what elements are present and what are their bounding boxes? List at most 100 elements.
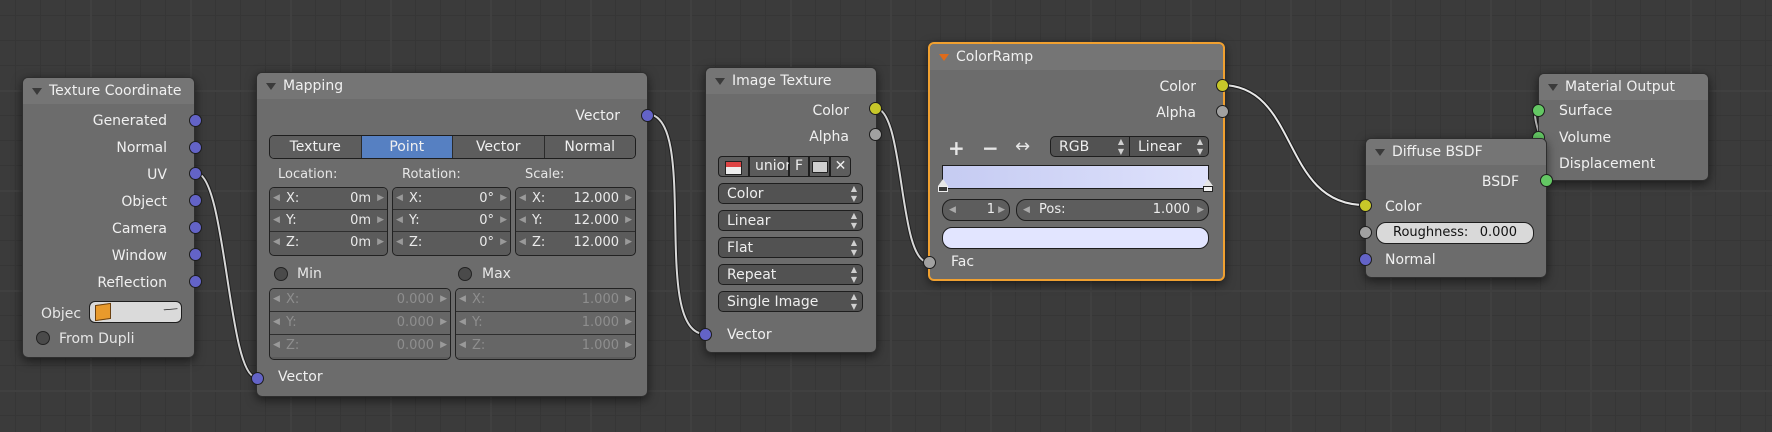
min-y-field[interactable]: ◀ Y: 0.000 ▶ [270,312,450,335]
node-header[interactable]: Mapping [257,73,647,99]
interpolation-dropdown[interactable]: Linear ▲ ▼ [718,210,863,231]
max-y-field[interactable]: ◀ Y: 1.000 ▶ [456,312,635,335]
socket-bsdf-out[interactable] [1540,174,1553,187]
rotation-y-field[interactable]: ◀ Y: 0° ▶ [393,210,510,232]
color-ramp-node[interactable]: ColorRamp Color Alpha + − ↔ RGB ▲ ▼ Linear… [928,42,1225,281]
material-output-node[interactable]: Material Output Surface Volume Displacem… [1538,73,1709,181]
socket-ramp-alpha-out[interactable] [1216,105,1229,118]
roughness-field[interactable]: Roughness: 0.000 [1376,222,1534,244]
location-y-field[interactable]: ◀ Y: 0m ▶ [270,210,387,232]
collapse-triangle-icon[interactable] [32,88,42,95]
scale-x-field[interactable]: ◀ X: 12.000 ▶ [516,188,635,210]
mapping-node[interactable]: Mapping Vector Texture Point Vector Norm… [256,72,648,397]
tab-vector[interactable]: Vector [453,136,545,158]
socket-image-color-out[interactable] [869,102,882,115]
image-texture-node[interactable]: Image Texture Color Alpha union F ✕ Colo… [705,67,877,353]
max-x-field[interactable]: ◀ X: 1.000 ▶ [456,289,635,312]
node-header[interactable]: ColorRamp [930,44,1223,70]
collapse-triangle-icon[interactable] [715,78,725,85]
scale-fields[interactable]: ◀ X: 12.000 ▶ ◀ Y: 12.000 ▶ ◀ Z: 12.000 ▶ [515,187,636,256]
projection-dropdown[interactable]: Flat ▲ ▼ [718,237,863,258]
socket-generated-out[interactable] [189,114,202,127]
collapse-triangle-icon[interactable] [1375,149,1385,156]
min-checkbox[interactable] [274,267,288,281]
color-space-dropdown[interactable]: Color ▲ ▼ [718,183,863,204]
image-name-field[interactable]: union [749,156,794,177]
socket-uv-out[interactable] [189,167,202,180]
socket-mapping-vector-out[interactable] [641,109,654,122]
mapping-type-tabs[interactable]: Texture Point Vector Normal [269,135,636,159]
socket-roughness-in[interactable] [1359,226,1372,239]
stop-handle-right[interactable] [1203,179,1213,186]
node-title: Texture Coordinate [49,83,182,99]
eyedropper-icon[interactable]: ⟋ [161,301,179,319]
updown-icon: ▲ ▼ [850,265,857,284]
tab-point[interactable]: Point [361,136,453,158]
add-stop-icon[interactable]: + [948,136,965,160]
min-x-field[interactable]: ◀ X: 0.000 ▶ [270,289,450,312]
input-color: Color [1385,199,1422,215]
collapse-triangle-icon[interactable] [266,83,276,90]
location-x-field[interactable]: ◀ X: 0m ▶ [270,188,387,210]
image-browse-button[interactable] [718,156,749,177]
diffuse-bsdf-node[interactable]: Diffuse BSDF BSDF Color Roughness: 0.000… [1365,138,1547,278]
location-z-field[interactable]: ◀ Z: 0m ▶ [270,232,387,253]
max-checkbox[interactable] [458,267,472,281]
flip-ramp-icon[interactable]: ↔ [1015,136,1030,157]
fake-user-button[interactable]: F [789,156,809,177]
rotation-x-field[interactable]: ◀ X: 0° ▶ [393,188,510,210]
source-dropdown[interactable]: Single Image ▲ ▼ [718,291,863,312]
node-header[interactable]: Texture Coordinate [23,78,194,104]
socket-window-out[interactable] [189,248,202,261]
scale-y-field[interactable]: ◀ Y: 12.000 ▶ [516,210,635,232]
node-header[interactable]: Material Output [1539,74,1708,100]
socket-surface-in[interactable] [1532,104,1545,117]
node-header[interactable]: Image Texture [706,68,876,94]
socket-normal-out[interactable] [189,141,202,154]
updown-icon: ▲ ▼ [850,238,857,257]
color-ramp-gradient[interactable] [942,165,1209,189]
unlink-image-button[interactable]: ✕ [830,156,851,177]
collapse-triangle-icon[interactable] [939,54,949,61]
rotation-fields[interactable]: ◀ X: 0° ▶ ◀ Y: 0° ▶ ◀ Z: 0° ▶ [392,187,511,256]
socket-diffuse-normal-in[interactable] [1359,253,1372,266]
open-image-button[interactable] [809,156,830,177]
stop-handle-left[interactable] [938,179,948,186]
extension-dropdown[interactable]: Repeat ▲ ▼ [718,264,863,285]
socket-ramp-fac-in[interactable] [923,256,936,269]
color-mode-dropdown[interactable]: RGB ▲ ▼ [1050,136,1130,157]
stop-index-field[interactable]: ◀ 1 ▶ [942,199,1010,221]
output-alpha: Alpha [1156,105,1196,121]
tab-normal[interactable]: Normal [544,136,635,158]
max-fields[interactable]: ◀ X: 1.000 ▶ ◀ Y: 1.000 ▶ ◀ Z: 1.000 ▶ [455,288,636,360]
collapse-triangle-icon[interactable] [1548,84,1558,91]
link-ramp-color-to-diffuse [1219,83,1367,207]
min-z-field[interactable]: ◀ Z: 0.000 ▶ [270,335,450,357]
node-title: Material Output [1565,79,1675,95]
min-fields[interactable]: ◀ X: 0.000 ▶ ◀ Y: 0.000 ▶ ◀ Z: 0.000 ▶ [269,288,451,360]
socket-mapping-vector-in[interactable] [251,372,264,385]
scale-z-field[interactable]: ◀ Z: 12.000 ▶ [516,232,635,253]
socket-reflection-out[interactable] [189,275,202,288]
stop-color-swatch[interactable] [942,227,1209,249]
object-picker-field[interactable]: ⟋ [89,301,182,323]
socket-image-vector-in[interactable] [699,328,712,341]
interpolation-dropdown[interactable]: Linear ▲ ▼ [1129,136,1209,157]
texture-coordinate-node[interactable]: Texture Coordinate Generated Normal UV O… [22,77,195,358]
node-header[interactable]: Diffuse BSDF [1366,139,1546,165]
tab-texture[interactable]: Texture [270,136,362,158]
from-dupli-checkbox[interactable] [36,331,50,345]
stop-position-field[interactable]: ◀ Pos: 1.000 ▶ [1016,199,1209,221]
remove-stop-icon[interactable]: − [982,136,999,160]
output-camera: Camera [112,221,167,237]
max-z-field[interactable]: ◀ Z: 1.000 ▶ [456,335,635,357]
from-dupli-label: From Dupli [59,331,135,347]
socket-camera-out[interactable] [189,221,202,234]
socket-diffuse-color-in[interactable] [1359,199,1372,212]
rotation-z-field[interactable]: ◀ Z: 0° ▶ [393,232,510,253]
node-title: Image Texture [732,73,832,89]
socket-object-out[interactable] [189,194,202,207]
socket-ramp-color-out[interactable] [1216,79,1229,92]
location-fields[interactable]: ◀ X: 0m ▶ ◀ Y: 0m ▶ ◀ Z: 0m ▶ [269,187,388,256]
socket-image-alpha-out[interactable] [869,128,882,141]
